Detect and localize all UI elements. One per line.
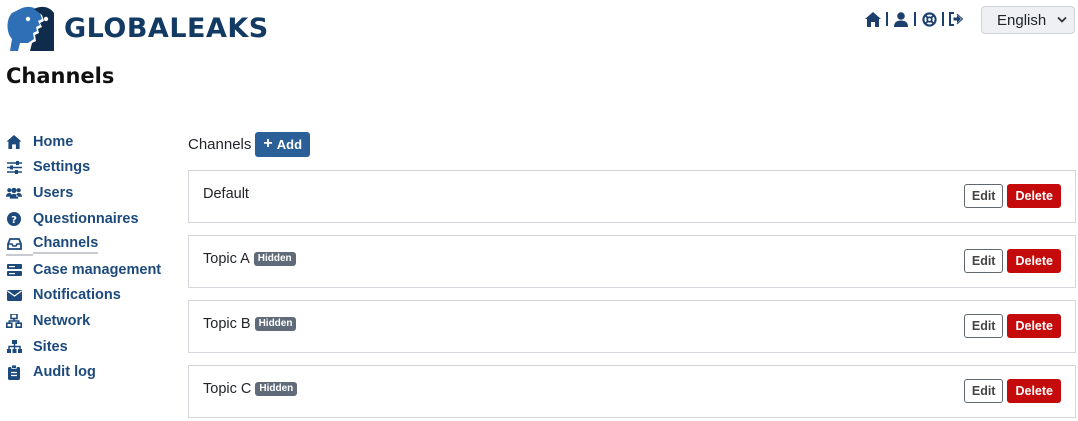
sitemap-icon	[6, 339, 22, 355]
globaleaks-faces-logo	[7, 6, 54, 51]
channel-name-wrap: Default	[203, 186, 249, 202]
channel-name: Default	[203, 186, 249, 202]
nav-divider	[886, 12, 888, 26]
channel-row: Topic B Hidden Edit Delete	[188, 300, 1076, 353]
sidebar-item-label: Network	[33, 312, 91, 329]
brand-logo[interactable]: GLOBALEAKS	[6, 5, 269, 51]
home-icon	[6, 134, 22, 150]
envelope-icon	[6, 287, 22, 303]
sidebar-item-home[interactable]: Home	[6, 129, 176, 155]
sidebar-item-label: Case management	[33, 261, 162, 278]
sidebar-item-settings[interactable]: Settings	[6, 155, 176, 181]
users-icon	[6, 185, 22, 201]
channel-name: Topic A	[203, 251, 250, 267]
sidebar-item-label: Settings	[33, 159, 91, 176]
sidebar-item-users[interactable]: Users	[6, 180, 176, 206]
sidebar-item-label: Questionnaires	[33, 210, 139, 227]
edit-button[interactable]: Edit	[963, 314, 1004, 338]
hidden-badge: Hidden	[255, 382, 298, 396]
edit-button[interactable]: Edit	[963, 184, 1004, 208]
sidebar-item-label: Channels	[33, 235, 99, 254]
edit-button[interactable]: Edit	[963, 379, 1004, 403]
sidebar-item-audit-log[interactable]: Audit log	[6, 359, 176, 385]
sidebar-item-label: Audit log	[33, 364, 96, 381]
language-select[interactable]: English	[981, 6, 1075, 34]
delete-button[interactable]: Delete	[1007, 314, 1061, 338]
channels-panel: Channels + Add Default Edit Delete Topic…	[188, 132, 1076, 418]
svg-text:?: ?	[11, 215, 17, 226]
sidebar-item-label: Users	[33, 184, 74, 201]
page-title: Channels	[6, 64, 115, 88]
channels-header-label: Channels	[188, 136, 252, 153]
channel-actions: Edit Delete	[963, 184, 1061, 208]
add-button-label: Add	[276, 137, 303, 152]
question-circle-icon: ?	[6, 211, 22, 227]
delete-button[interactable]: Delete	[1007, 379, 1061, 403]
sidebar-item-notifications[interactable]: Notifications	[6, 283, 176, 309]
channel-name-wrap: Topic B Hidden	[203, 316, 297, 332]
channel-actions: Edit Delete	[963, 379, 1061, 403]
sidebar-item-channels[interactable]: Channels	[6, 231, 176, 257]
support-icon[interactable]	[921, 11, 937, 27]
clipboard-icon	[6, 364, 22, 380]
brand-name: GLOBALEAKS	[64, 12, 269, 44]
channel-row: Topic A Hidden Edit Delete	[188, 235, 1076, 288]
sidebar-item-label: Home	[33, 133, 74, 150]
channel-name: Topic B	[203, 316, 251, 332]
sidebar-item-label: Notifications	[33, 287, 121, 304]
channel-name: Topic C	[203, 381, 252, 397]
channel-name-wrap: Topic C Hidden	[203, 381, 298, 397]
channel-name-wrap: Topic A Hidden	[203, 251, 296, 267]
edit-button[interactable]: Edit	[963, 249, 1004, 273]
channels-header: Channels + Add	[188, 132, 1076, 157]
inbox-icon	[6, 236, 22, 252]
home-icon[interactable]	[865, 11, 881, 27]
add-channel-button[interactable]: + Add	[255, 132, 311, 157]
sidebar-item-questionnaires[interactable]: ? Questionnaires	[6, 206, 176, 232]
user-icon[interactable]	[893, 11, 909, 27]
network-icon	[6, 313, 22, 329]
channel-actions: Edit Delete	[963, 314, 1061, 338]
plus-icon: +	[263, 135, 273, 152]
channel-actions: Edit Delete	[963, 249, 1061, 273]
top-navigation	[865, 10, 965, 28]
hidden-badge: Hidden	[253, 252, 296, 266]
sidebar-item-label: Sites	[33, 338, 68, 355]
nav-divider	[914, 12, 916, 26]
sidebar-item-case-management[interactable]: Case management	[6, 257, 176, 283]
logout-icon[interactable]	[949, 11, 965, 27]
sidebar-item-sites[interactable]: Sites	[6, 334, 176, 360]
sidebar-item-network[interactable]: Network	[6, 308, 176, 334]
channel-row: Default Edit Delete	[188, 170, 1076, 223]
delete-button[interactable]: Delete	[1007, 249, 1061, 273]
server-icon	[6, 262, 22, 278]
hidden-badge: Hidden	[254, 317, 297, 331]
nav-divider	[942, 12, 944, 26]
sidebar: Home Settings Users ? Questionnaires Cha…	[6, 129, 176, 385]
delete-button[interactable]: Delete	[1007, 184, 1061, 208]
channel-row: Topic C Hidden Edit Delete	[188, 365, 1076, 418]
language-selected: English	[997, 11, 1047, 29]
sliders-icon	[6, 159, 22, 175]
chevron-down-icon	[1057, 16, 1067, 23]
